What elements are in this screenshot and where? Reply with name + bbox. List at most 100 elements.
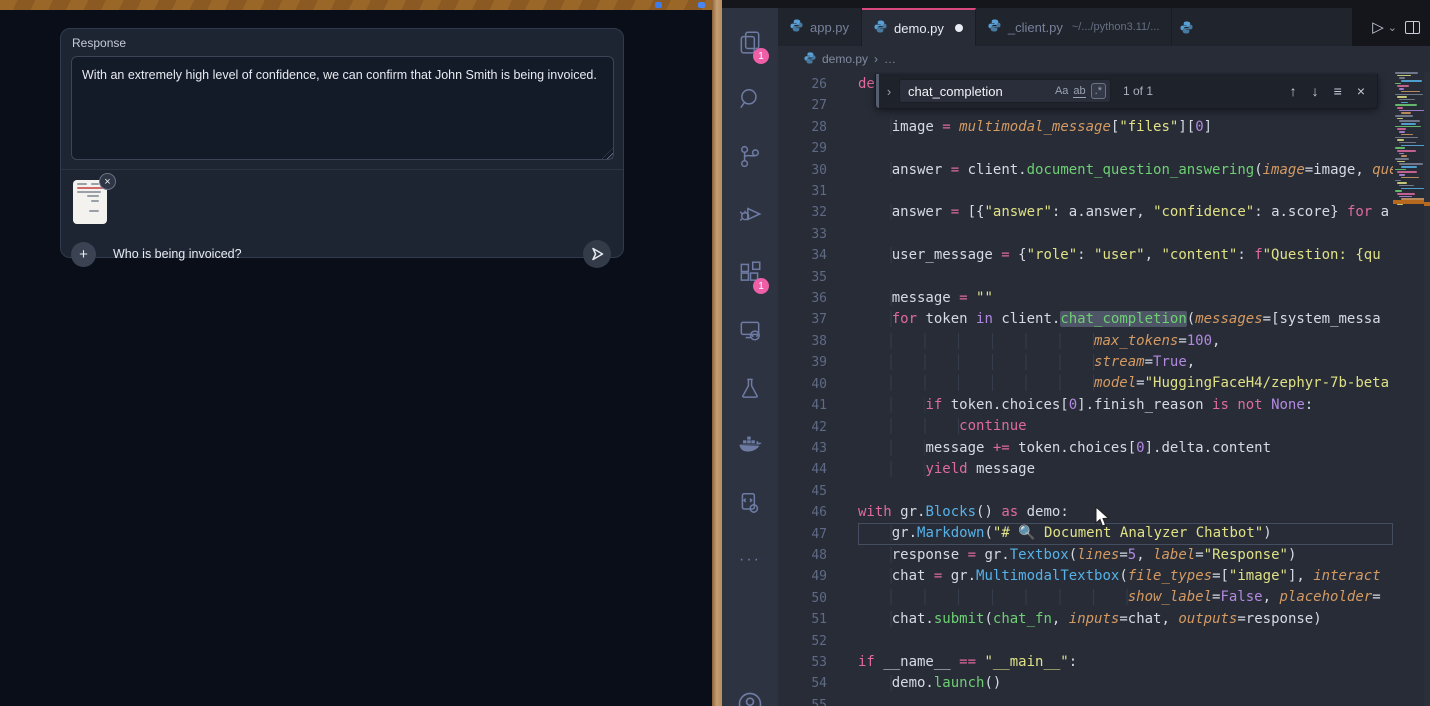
line-number[interactable]: 26	[778, 74, 827, 95]
run-debug-icon[interactable]	[722, 190, 778, 238]
breadcrumb-symbol-ellipsis[interactable]: …	[884, 52, 896, 66]
line-number[interactable]: 51	[778, 609, 827, 630]
testing-flask-icon[interactable]	[722, 364, 778, 412]
close-find-icon[interactable]: ×	[1357, 83, 1365, 99]
line-number[interactable]: 46	[778, 502, 827, 523]
unsaved-changes-dot[interactable]	[955, 24, 963, 32]
tab-app-py[interactable]: app.py	[778, 8, 862, 46]
code-area[interactable]: def chat_fn(mu image = multimodal_messag…	[858, 74, 1393, 706]
remote-explorer-icon[interactable]	[722, 306, 778, 354]
line-number[interactable]: 47	[778, 524, 827, 545]
line-number[interactable]: 29	[778, 138, 827, 159]
line-number[interactable]: 28	[778, 117, 827, 138]
code-line[interactable]: answer = [{"answer": a.answer, "confiden…	[858, 202, 1393, 223]
code-line[interactable]	[858, 630, 1393, 651]
response-textarea[interactable]: With an extremely high level of confiden…	[71, 56, 614, 160]
line-number[interactable]: 38	[778, 331, 827, 352]
run-python-file-button[interactable]: ▷	[1372, 18, 1384, 36]
line-number[interactable]: 53	[778, 652, 827, 673]
line-number[interactable]: 55	[778, 695, 827, 706]
code-line[interactable]: chat.submit(chat_fn, inputs=chat, output…	[858, 609, 1393, 630]
minimap-line	[1397, 85, 1409, 87]
code-line[interactable]: show_label=False, placeholder=	[858, 587, 1393, 608]
line-number[interactable]: 31	[778, 181, 827, 202]
line-number[interactable]: 32	[778, 202, 827, 223]
tab-demo-py[interactable]: demo.py	[862, 8, 976, 46]
code-line[interactable]	[858, 181, 1393, 202]
code-line[interactable]: response = gr.Textbox(lines=5, label="Re…	[858, 545, 1393, 566]
line-number[interactable]: 44	[778, 459, 827, 480]
code-line[interactable]: image = multimodal_message["files"][0]	[858, 117, 1393, 138]
code-line[interactable]	[858, 480, 1393, 501]
source-control-icon[interactable]	[722, 132, 778, 180]
overview-ruler[interactable]	[1424, 72, 1430, 706]
code-editor[interactable]: 2627282930313233343536373839404142434445…	[778, 72, 1430, 706]
line-number[interactable]: 39	[778, 352, 827, 373]
code-line[interactable]: for token in client.chat_completion(mess…	[858, 309, 1393, 330]
previous-match-icon[interactable]: ↑	[1290, 83, 1297, 99]
line-number[interactable]: 40	[778, 374, 827, 395]
line-number[interactable]: 45	[778, 481, 827, 502]
breadcrumb[interactable]: demo.py › …	[778, 46, 1430, 72]
code-line[interactable]	[858, 138, 1393, 159]
submit-button[interactable]	[583, 240, 611, 268]
code-line[interactable]: gr.Markdown("# 🔍 Document Analyzer Chatb…	[858, 523, 1393, 544]
line-number[interactable]: 54	[778, 673, 827, 694]
tab-overflow-sliver[interactable]	[1172, 8, 1194, 46]
split-editor-icon[interactable]	[1405, 21, 1420, 34]
toggle-replace-chevron-icon[interactable]: ›	[879, 84, 899, 99]
code-line[interactable]: continue	[858, 416, 1393, 437]
code-line[interactable]	[858, 224, 1393, 245]
regex-icon[interactable]: .*	[1091, 83, 1106, 99]
minimap[interactable]	[1393, 72, 1424, 706]
next-match-icon[interactable]: ↓	[1312, 83, 1319, 99]
cmake-tools-icon[interactable]	[722, 479, 778, 527]
docker-icon[interactable]	[722, 421, 778, 469]
code-line[interactable]: yield message	[858, 459, 1393, 480]
code-line[interactable]: if token.choices[0].finish_reason is not…	[858, 395, 1393, 416]
code-line[interactable]: answer = client.document_question_answer…	[858, 160, 1393, 181]
line-number[interactable]: 36	[778, 288, 827, 309]
line-number[interactable]: 43	[778, 438, 827, 459]
whole-word-icon[interactable]: ab	[1073, 85, 1085, 98]
match-case-icon[interactable]: Aa	[1055, 85, 1068, 97]
code-line[interactable]: model="HuggingFaceH4/zephyr-7b-beta	[858, 373, 1393, 394]
extensions-icon[interactable]: 1	[722, 248, 778, 296]
code-line[interactable]: chat = gr.MultimodalTextbox(file_types=[…	[858, 566, 1393, 587]
remove-attachment-button[interactable]: ×	[99, 173, 116, 190]
run-options-chevron-icon[interactable]: ⌄	[1388, 21, 1397, 34]
code-line[interactable]: user_message = {"role": "user", "content…	[858, 245, 1393, 266]
line-number[interactable]: 52	[778, 631, 827, 652]
code-line[interactable]: stream=True,	[858, 352, 1393, 373]
line-number[interactable]: 35	[778, 267, 827, 288]
question-input[interactable]: Who is being invoiced?	[113, 247, 583, 261]
search-icon[interactable]	[722, 75, 778, 123]
add-file-button[interactable]: +	[71, 242, 96, 267]
line-number[interactable]: 33	[778, 224, 827, 245]
account-icon[interactable]	[722, 680, 778, 706]
code-line[interactable]: demo.launch()	[858, 673, 1393, 694]
code-line[interactable]	[858, 694, 1393, 706]
line-number[interactable]: 34	[778, 245, 827, 266]
find-input[interactable]	[908, 84, 1050, 99]
line-number[interactable]: 50	[778, 588, 827, 609]
code-line[interactable]: max_tokens=100,	[858, 331, 1393, 352]
line-number[interactable]: 41	[778, 395, 827, 416]
line-number[interactable]: 42	[778, 417, 827, 438]
line-number[interactable]: 49	[778, 566, 827, 587]
code-token: for	[892, 311, 917, 327]
code-line[interactable]: if __name__ == "__main__":	[858, 652, 1393, 673]
line-number[interactable]: 37	[778, 309, 827, 330]
find-in-selection-icon[interactable]: ≡	[1334, 83, 1342, 99]
breadcrumb-file[interactable]: demo.py	[822, 52, 868, 66]
code-line[interactable]	[858, 267, 1393, 288]
code-line[interactable]: message += token.choices[0].delta.conten…	[858, 438, 1393, 459]
explorer-icon[interactable]: 1	[722, 18, 778, 66]
line-number[interactable]: 30	[778, 160, 827, 181]
line-number[interactable]: 48	[778, 545, 827, 566]
line-number[interactable]: 27	[778, 95, 827, 116]
more-views-icon[interactable]: ···	[722, 536, 778, 584]
tab-client-py[interactable]: _client.py ~/.../python3.11/...	[976, 8, 1172, 46]
code-line[interactable]: message = ""	[858, 288, 1393, 309]
code-line[interactable]: with gr.Blocks() as demo:	[858, 502, 1393, 523]
